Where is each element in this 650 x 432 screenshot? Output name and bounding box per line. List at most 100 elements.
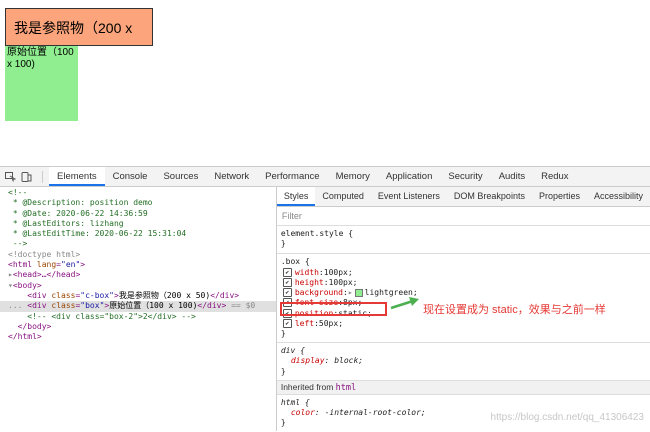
devtools-panel: Elements Console Sources Network Perform… (0, 166, 650, 431)
tree-comment-line: * @Date: 2020-06-22 14:36:59 (8, 208, 148, 218)
styles-filter-input[interactable]: Filter (276, 207, 650, 226)
tag-name: <div (27, 301, 52, 311)
tab-elements[interactable]: Elements (49, 167, 105, 186)
node-ellipsis[interactable]: ... (8, 301, 22, 310)
tag-end: </div> (210, 290, 240, 300)
tree-box2-comment[interactable]: <!-- <div class="box-2">2</div> --> (0, 312, 276, 322)
property-height[interactable]: ✔ height: 100px; (281, 277, 646, 287)
selector: div { (280, 345, 305, 355)
tag-name: <div (27, 290, 52, 300)
property-name[interactable]: left (295, 319, 314, 328)
tree-comment-line: * @LastEditTime: 2020-06-22 15:31:04 (8, 229, 187, 239)
body-tag: <body> (12, 280, 42, 290)
tree-body-node[interactable]: ▾<body> (0, 281, 276, 291)
property-name[interactable]: height (295, 278, 324, 287)
selector: element.style { (280, 229, 354, 238)
tab-console[interactable]: Console (105, 167, 156, 186)
styles-tabbar: Styles Computed Event Listeners DOM Brea… (276, 187, 650, 207)
property-name[interactable]: width (295, 268, 319, 277)
tab-security[interactable]: Security (440, 167, 490, 186)
selector: html { (280, 397, 310, 407)
inspect-icon[interactable] (4, 171, 16, 182)
annotation-arrow-icon (390, 297, 419, 310)
property-checkbox[interactable]: ✔ (282, 288, 292, 298)
attr-name: class (51, 301, 76, 311)
expand-triangle-icon[interactable]: ▸ (348, 288, 353, 297)
div-rule[interactable]: div { display: block; } (276, 343, 650, 381)
property-background[interactable]: ✔ background: ▸ lightgreen; (281, 287, 646, 298)
tree-body-close: </body> (0, 322, 276, 332)
tree-comment-line: * @LastEditors: lizhang (8, 218, 124, 228)
tab-separator (42, 170, 43, 183)
tab-properties[interactable]: Properties (532, 187, 587, 206)
close-brace: } (280, 239, 286, 249)
tab-memory[interactable]: Memory (328, 167, 378, 186)
devtools-tabbar: Elements Console Sources Network Perform… (0, 167, 650, 187)
inherited-label: Inherited from (280, 381, 334, 392)
close-brace: } (280, 366, 286, 376)
property-value: block; (334, 356, 364, 366)
tab-performance[interactable]: Performance (257, 167, 327, 186)
tab-application[interactable]: Application (378, 167, 440, 186)
tree-doctype[interactable]: <!doctype html> (0, 250, 276, 260)
annotation-text: 现在设置成为 static，效果与之前一样 (423, 304, 606, 316)
tree-html-node[interactable]: <html lang="en"> (0, 260, 276, 270)
attr-value: "c-box" (80, 290, 114, 300)
attr-value: "en" (61, 260, 81, 270)
attr-name: class (51, 290, 76, 300)
head-tag: <head>…</head> (12, 270, 81, 280)
property-checkbox[interactable]: ✔ (282, 267, 292, 277)
inherited-tag[interactable]: html (336, 383, 356, 393)
property-display: display: block; (290, 356, 364, 366)
property-name: color (290, 408, 315, 418)
property-value: -internal-root-color; (324, 408, 426, 418)
tab-event-listeners[interactable]: Event Listeners (371, 187, 447, 206)
tab-dom-breakpoints[interactable]: DOM Breakpoints (447, 187, 532, 206)
attr-name: lang (36, 260, 57, 270)
tag-name: <html (8, 260, 37, 270)
tree-comment-line: --> (8, 239, 28, 249)
position-highlight-box (280, 302, 387, 316)
property-value[interactable]: 100px; (329, 278, 358, 287)
tag-close: > (80, 260, 86, 270)
property-checkbox[interactable]: ✔ (282, 319, 292, 329)
attr-value: "box" (80, 301, 105, 311)
tree-comment-line: <!-- (8, 188, 28, 197)
tab-audits[interactable]: Audits (491, 167, 533, 186)
color-swatch[interactable] (354, 288, 363, 297)
tag-end: </html> (8, 332, 42, 342)
property-left[interactable]: ✔ left: 50px; (281, 318, 646, 329)
elements-tree: <!-- * @Description: position demo * @Da… (0, 187, 277, 431)
tab-styles[interactable]: Styles (276, 187, 316, 206)
node-text: 我是参照物（200 x 50) (118, 290, 211, 300)
tag-end: </body> (17, 321, 52, 331)
property-value[interactable]: 100px; (324, 268, 353, 277)
inherited-header: Inherited from html (276, 380, 650, 395)
selected-marker: == $0 (226, 301, 256, 311)
comment-text: <!-- <div class="box-2">2</div> --> (27, 311, 196, 321)
green-box: 原始位置（100 x 100) (5, 46, 78, 121)
element-style-rule[interactable]: element.style { } (276, 226, 650, 254)
tree-cbox-node[interactable]: <div class="c-box">我是参照物（200 x 50)</div> (0, 291, 276, 301)
tab-sources[interactable]: Sources (155, 167, 206, 186)
property-name: display (290, 356, 325, 366)
box-rule[interactable]: .box { ✔ width: 100px; ✔ height: 100px; ✔ b… (276, 254, 650, 343)
selector: .box { (280, 256, 310, 266)
watermark: https://blog.csdn.net/qq_41306423 (490, 412, 644, 423)
device-toggle-icon[interactable] (20, 171, 32, 182)
node-text: 原始位置（100 x 100) (109, 301, 198, 311)
property-width[interactable]: ✔ width: 100px; (281, 267, 646, 277)
tree-box-node-selected[interactable]: ... <div class="box">原始位置（100 x 100)</di… (0, 301, 276, 312)
tab-computed[interactable]: Computed (315, 187, 371, 206)
property-checkbox[interactable]: ✔ (282, 277, 292, 287)
property-value[interactable]: 50px; (319, 319, 343, 328)
tab-accessibility[interactable]: Accessibility (587, 187, 650, 206)
tab-network[interactable]: Network (206, 167, 257, 186)
tree-comment-line: * @Description: position demo (8, 198, 153, 208)
tree-html-close: </html> (0, 332, 276, 342)
tag-end: </div> (197, 301, 227, 311)
tab-redux[interactable]: Redux (533, 167, 576, 186)
tree-head-node[interactable]: ▸<head>…</head> (0, 270, 276, 280)
property-name[interactable]: background (295, 288, 343, 297)
reference-box: 我是参照物（200 x 50) (5, 8, 153, 74)
